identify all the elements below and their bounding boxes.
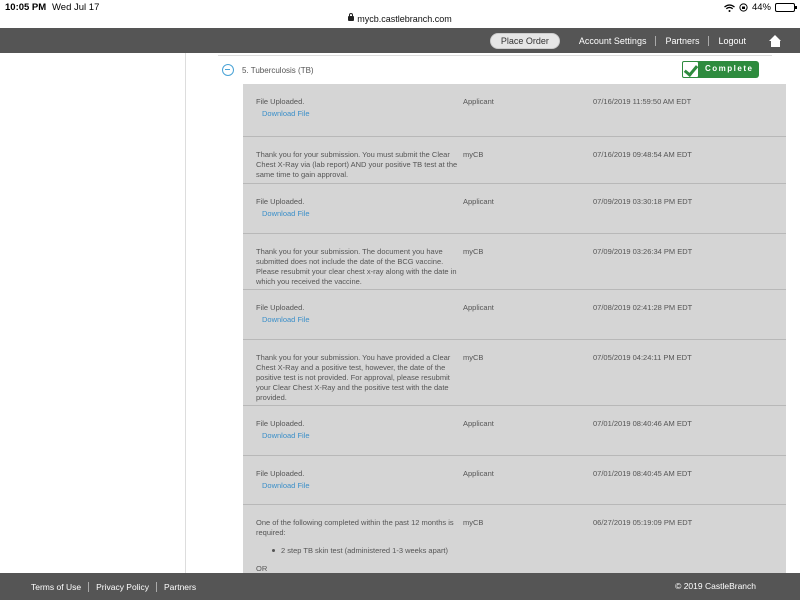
history-message: One of the following completed within th…: [256, 518, 454, 537]
history-author: myCB: [463, 353, 484, 362]
history-row: File Uploaded. Download File Applicant 07…: [243, 456, 786, 505]
history-date: 07/08/2019 02:41:28 PM EDT: [593, 303, 693, 312]
status-indicators: 44%: [724, 2, 797, 13]
main-content: 5. Tuberculosis (TB) Complete File Uploa…: [186, 53, 800, 573]
logout-link[interactable]: Logout: [708, 35, 755, 46]
lock-icon: [348, 13, 355, 21]
history-date: 07/05/2019 04:24:11 PM EDT: [593, 353, 692, 362]
ios-status-bar: 10:05 PM Wed Jul 17 mycb.castlebranch.co…: [0, 0, 800, 28]
history-author: myCB: [463, 247, 484, 256]
place-order-button[interactable]: Place Order: [489, 32, 560, 49]
history-message: Thank you for your submission. The docum…: [256, 247, 457, 286]
history-message: Thank you for your submission. You must …: [256, 150, 458, 179]
history-message: Thank you for your submission. You have …: [256, 353, 451, 402]
wifi-icon: [724, 3, 735, 12]
history-author: Applicant: [463, 469, 494, 478]
download-file-link[interactable]: Download File: [262, 431, 461, 441]
history-date: 07/01/2019 08:40:45 AM EDT: [593, 469, 692, 478]
download-file-link[interactable]: Download File: [262, 109, 461, 119]
history-author: Applicant: [463, 97, 494, 106]
download-file-link[interactable]: Download File: [262, 481, 461, 491]
top-navigation: Place Order Account Settings Partners Lo…: [0, 28, 800, 53]
history-row: File Uploaded. Download File Applicant 07…: [243, 84, 786, 137]
history-row: Thank you for your submission. You have …: [243, 340, 786, 406]
history-author: Applicant: [463, 197, 494, 206]
history-row: One of the following completed within th…: [243, 505, 786, 573]
requirement-list: 2 step TB skin test (administered 1-3 we…: [272, 546, 461, 556]
history-message: File Uploaded.: [256, 303, 305, 312]
left-sidebar: [0, 53, 186, 573]
history-message: File Uploaded.: [256, 97, 305, 106]
privacy-policy-link[interactable]: Privacy Policy: [88, 582, 156, 592]
history-row: File Uploaded. Download File Applicant 07…: [243, 184, 786, 234]
history-message: File Uploaded.: [256, 197, 305, 206]
terms-of-use-link[interactable]: Terms of Use: [24, 582, 88, 592]
history-date: 06/27/2019 05:19:09 PM EDT: [593, 518, 693, 527]
home-icon[interactable]: [769, 34, 782, 47]
battery-percent: 44%: [751, 2, 771, 13]
history-row: Thank you for your submission. You must …: [243, 137, 786, 184]
history-message: File Uploaded.: [256, 469, 305, 478]
download-file-link[interactable]: Download File: [262, 315, 461, 325]
history-author: myCB: [463, 518, 484, 527]
or-separator: OR: [256, 564, 268, 573]
history-author: myCB: [463, 150, 484, 159]
history-date: 07/09/2019 03:26:34 PM EDT: [593, 247, 693, 256]
history-date: 07/01/2019 08:40:46 AM EDT: [593, 419, 692, 428]
history-author: Applicant: [463, 419, 494, 428]
status-date: Wed Jul 17: [52, 2, 100, 13]
footer: Terms of Use Privacy Policy Partners © 2…: [0, 573, 800, 600]
submission-history: File Uploaded. Download File Applicant 07…: [243, 84, 786, 573]
battery-icon: [775, 3, 797, 12]
requirement-list-item: 2 step TB skin test (administered 1-3 we…: [272, 546, 461, 556]
history-row: File Uploaded. Download File Applicant 07…: [243, 290, 786, 340]
address-url: mycb.castlebranch.com: [357, 14, 452, 24]
history-message: File Uploaded.: [256, 419, 305, 428]
status-badge-label: Complete: [705, 64, 754, 73]
history-date: 07/16/2019 09:48:54 AM EDT: [593, 150, 692, 159]
account-settings-link[interactable]: Account Settings: [570, 36, 656, 46]
requirement-title: 5. Tuberculosis (TB): [242, 66, 314, 75]
orientation-lock-icon: [739, 3, 748, 12]
address-bar[interactable]: mycb.castlebranch.com: [0, 13, 800, 24]
history-author: Applicant: [463, 303, 494, 312]
history-row: Thank you for your submission. The docum…: [243, 234, 786, 290]
history-row: File Uploaded. Download File Applicant 07…: [243, 406, 786, 456]
collapse-icon[interactable]: [222, 64, 234, 76]
checkmark-icon: [682, 61, 699, 78]
history-date: 07/09/2019 03:30:18 PM EDT: [593, 197, 693, 206]
footer-partners-link[interactable]: Partners: [155, 582, 203, 592]
status-badge: Complete: [682, 61, 759, 78]
partners-link[interactable]: Partners: [655, 35, 708, 46]
requirement-header: 5. Tuberculosis (TB) Complete: [218, 55, 772, 83]
copyright: © 2019 CastleBranch: [675, 581, 756, 591]
download-file-link[interactable]: Download File: [262, 209, 461, 219]
history-date: 07/16/2019 11:59:50 AM EDT: [593, 97, 692, 106]
status-time: 10:05 PM: [5, 2, 47, 13]
